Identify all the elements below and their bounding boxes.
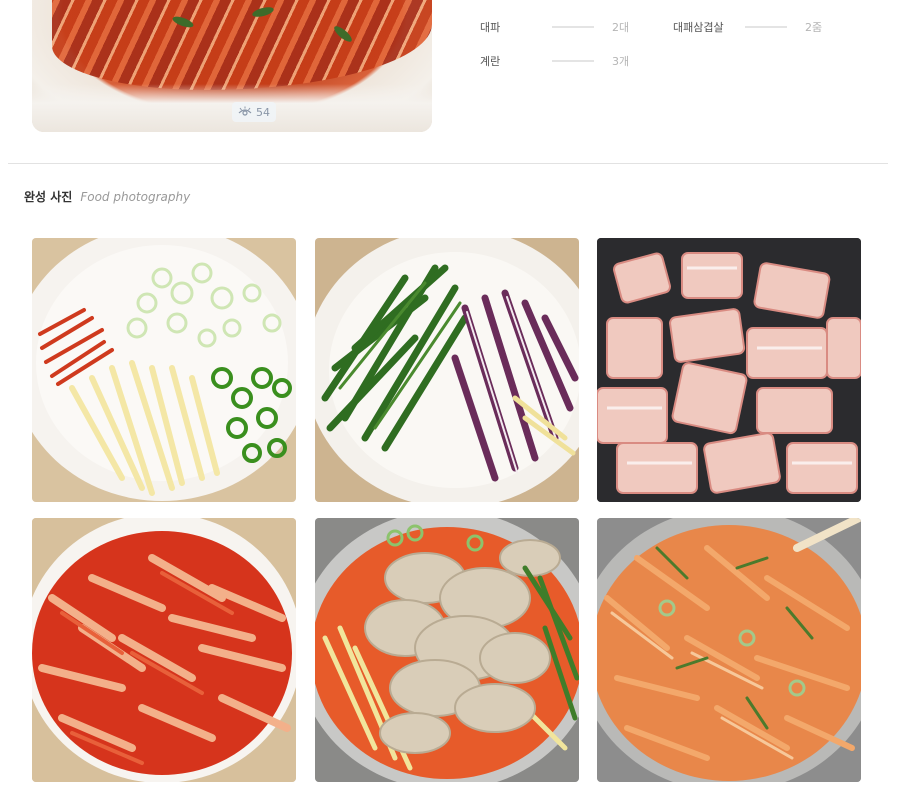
photo-mixed-in-pot[interactable] [315, 518, 579, 782]
photo-sliced-vegetables-art [32, 238, 296, 502]
ingredient-name: 대파 [480, 21, 501, 34]
view-count-badge: 54 [232, 102, 276, 122]
ingredient-name: 대패삼겹살 [673, 21, 724, 34]
ingredient-item: 계란 3개 [480, 53, 629, 69]
photo-seasoned-kimchi-mix-art [32, 518, 296, 782]
photo-finished-dish[interactable] [597, 518, 861, 782]
section-header: 완성 사진 Food photography [24, 188, 190, 205]
photo-mixed-in-pot-art [315, 518, 579, 782]
ingredient-qty: 2대 [612, 21, 630, 34]
hero-food-image[interactable]: 54 [32, 0, 432, 132]
eye-icon [238, 106, 252, 116]
section-divider [8, 163, 888, 164]
section-title: 완성 사진 [24, 190, 73, 204]
photo-greens-and-squid-art [315, 238, 579, 502]
ingredient-item: 대패삼겹살 2줌 [673, 19, 822, 35]
photo-grid [32, 238, 861, 782]
photo-pork-belly-in-pan-art [597, 238, 861, 502]
ingredient-divider [552, 60, 594, 62]
view-count: 54 [256, 105, 270, 119]
ingredient-divider [745, 26, 787, 28]
photo-pork-belly-in-pan[interactable] [597, 238, 861, 502]
ingredient-divider [552, 26, 594, 28]
photo-sliced-vegetables[interactable] [32, 238, 296, 502]
sauce-texture [52, 0, 432, 90]
section-subtitle: Food photography [80, 190, 191, 204]
ingredient-name: 계란 [480, 55, 501, 68]
ingredient-item: 대파 2대 [480, 19, 629, 35]
ingredient-qty: 3개 [612, 55, 630, 68]
photo-greens-and-squid[interactable] [315, 238, 579, 502]
photo-finished-dish-art [597, 518, 861, 782]
ingredient-qty: 2줌 [805, 21, 823, 34]
photo-seasoned-kimchi-mix[interactable] [32, 518, 296, 782]
